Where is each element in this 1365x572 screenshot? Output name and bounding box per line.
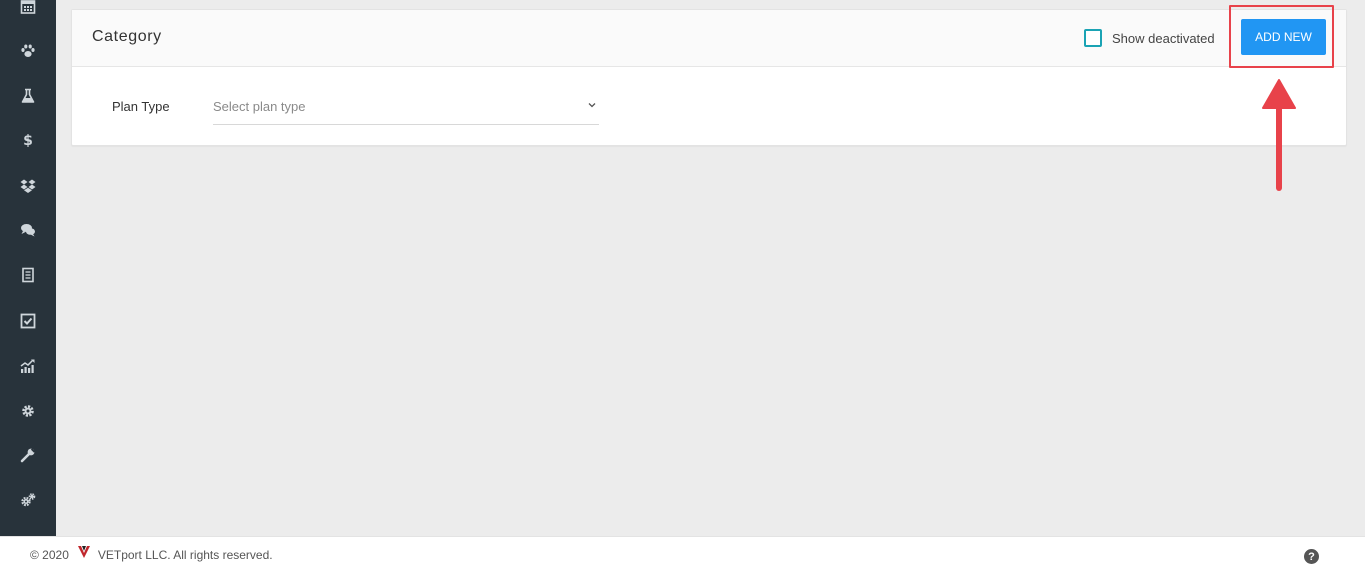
card-header: Category Show deactivated ADD NEW — [72, 10, 1346, 67]
copyright-prefix: © 2020 — [30, 548, 69, 562]
dollar-icon[interactable]: $ — [18, 130, 38, 150]
annotation-arrow-icon — [1262, 79, 1296, 191]
show-deactivated-toggle[interactable]: Show deactivated — [1084, 28, 1215, 48]
gear-icon[interactable] — [18, 401, 38, 421]
show-deactivated-checkbox[interactable] — [1084, 29, 1102, 47]
plan-type-select[interactable]: Select plan type — [213, 94, 599, 125]
checkbox-icon[interactable] — [18, 311, 38, 331]
copyright-text: VETport LLC. All rights reserved. — [97, 548, 273, 562]
plan-type-placeholder: Select plan type — [213, 99, 306, 114]
flask-icon[interactable] — [18, 86, 38, 106]
wrench-icon[interactable] — [18, 445, 38, 465]
chevron-down-icon — [588, 103, 596, 108]
chart-icon[interactable] — [18, 356, 38, 376]
copyright: © 2020 VETport LLC. All rights reserved. — [30, 546, 273, 562]
dropbox-icon[interactable] — [18, 176, 38, 196]
footer: © 2020 VETport LLC. All rights reserved.… — [0, 536, 1365, 572]
document-icon[interactable] — [18, 265, 38, 285]
svg-text:$: $ — [23, 133, 33, 148]
page-title: Category — [92, 28, 162, 45]
plan-type-label: Plan Type — [112, 99, 170, 114]
annotation-highlight-box — [1229, 5, 1334, 68]
paw-icon[interactable] — [18, 41, 38, 61]
sidebar: $ — [0, 0, 56, 536]
category-card: Category Show deactivated ADD NEW Plan T… — [71, 9, 1347, 146]
help-icon[interactable]: ? — [1304, 549, 1319, 564]
vetport-logo-icon — [77, 546, 90, 558]
calendar-icon[interactable] — [18, 0, 38, 17]
chat-icon[interactable] — [18, 220, 38, 240]
show-deactivated-label: Show deactivated — [1112, 30, 1215, 46]
gears-icon[interactable] — [18, 490, 38, 510]
